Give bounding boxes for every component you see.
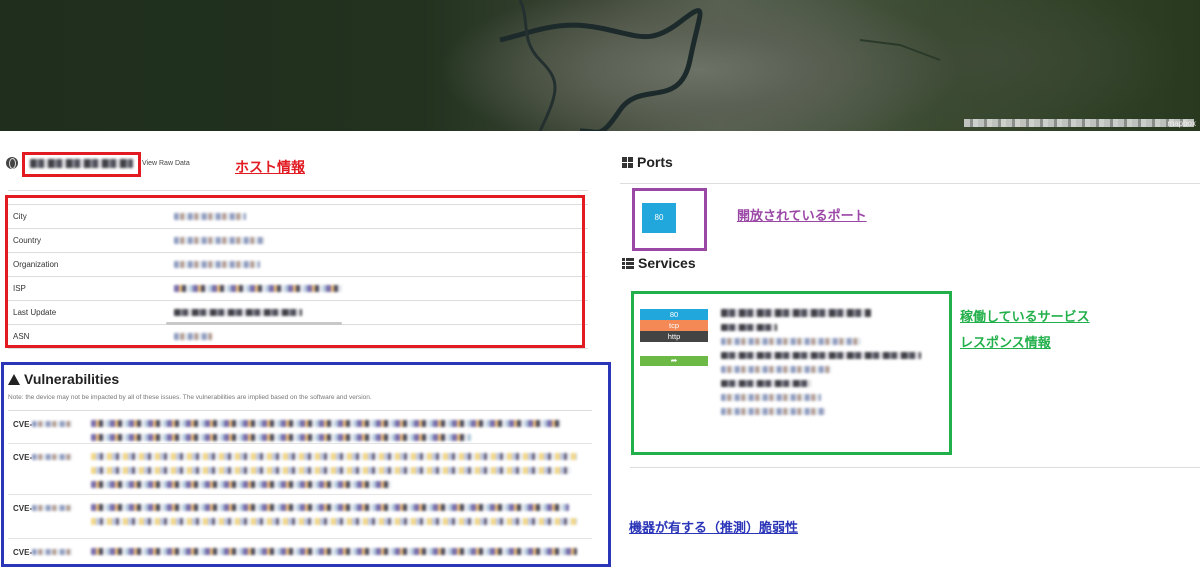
cve-row: CVE- bbox=[8, 411, 592, 444]
cve-id[interactable]: CVE- bbox=[13, 453, 73, 462]
open-ports-annotation: 開放されているポート bbox=[737, 208, 867, 223]
services-divider bbox=[630, 467, 1200, 468]
cve-number-redacted bbox=[32, 549, 73, 555]
services-heading: Services bbox=[622, 255, 696, 271]
cve-number-redacted bbox=[32, 505, 73, 511]
host-table-highlight bbox=[5, 195, 585, 348]
cve-desc-line bbox=[91, 467, 571, 474]
vulnerabilities-title: Vulnerabilities bbox=[24, 371, 120, 387]
running-services-annotation: 稼働しているサービス bbox=[960, 309, 1090, 324]
port-chip-80[interactable]: 80 bbox=[642, 203, 676, 233]
host-header-divider bbox=[8, 190, 588, 191]
share-arrow-icon: ➦ bbox=[670, 356, 678, 365]
response-line bbox=[721, 338, 861, 345]
host-info-annotation: ホスト情報 bbox=[235, 159, 305, 175]
host-ip-redacted bbox=[30, 159, 133, 168]
ports-heading: Ports bbox=[622, 154, 673, 170]
cve-desc-line bbox=[91, 453, 577, 460]
list-icon bbox=[622, 258, 634, 269]
cve-prefix: CVE- bbox=[13, 420, 33, 429]
vulnerabilities-heading: Vulnerabilities bbox=[8, 371, 119, 387]
cve-prefix: CVE- bbox=[13, 453, 33, 462]
globe-icon bbox=[6, 157, 18, 169]
cve-desc-line bbox=[91, 518, 577, 525]
cve-desc-line bbox=[91, 434, 471, 441]
cve-desc-line bbox=[91, 548, 577, 555]
vulnerabilities-annotation: 機器が有する（推測）脆弱性 bbox=[629, 520, 799, 535]
cve-description-redacted bbox=[91, 453, 581, 495]
cve-number-redacted bbox=[32, 454, 73, 460]
map-banner: mapbox bbox=[0, 0, 1200, 131]
services-title: Services bbox=[638, 255, 696, 271]
cve-prefix: CVE- bbox=[13, 548, 33, 557]
cve-id[interactable]: CVE- bbox=[13, 504, 73, 513]
service-response-redacted bbox=[721, 309, 921, 422]
map-attribution-bar bbox=[964, 119, 1194, 127]
response-info-annotation: レスポンス情報 bbox=[960, 335, 1051, 350]
cve-row: CVE- bbox=[8, 539, 592, 563]
service-badges: 80 tcp http ➦ bbox=[640, 309, 708, 366]
response-line bbox=[721, 408, 825, 415]
service-transport-badge: tcp bbox=[640, 320, 708, 331]
warning-icon bbox=[8, 374, 20, 385]
cve-id[interactable]: CVE- bbox=[13, 548, 73, 557]
cve-desc-line bbox=[91, 420, 561, 427]
service-protocol-badge: http bbox=[640, 331, 708, 342]
cve-row: CVE- bbox=[8, 444, 592, 495]
service-port-badge: 80 bbox=[640, 309, 708, 320]
cve-description-redacted bbox=[91, 504, 581, 532]
response-line bbox=[721, 394, 821, 401]
cve-id[interactable]: CVE- bbox=[13, 420, 73, 429]
response-line bbox=[721, 380, 811, 387]
response-line bbox=[721, 352, 921, 359]
service-open-link-button[interactable]: ➦ bbox=[640, 356, 708, 366]
cve-row: CVE- bbox=[8, 495, 592, 539]
response-line bbox=[721, 366, 831, 373]
satellite-map-image bbox=[499, 0, 941, 131]
th-large-icon bbox=[622, 157, 633, 168]
cve-desc-line bbox=[91, 504, 569, 511]
response-line bbox=[721, 324, 777, 331]
map-attribution-text[interactable]: mapbox bbox=[1168, 119, 1196, 128]
cve-desc-line bbox=[91, 481, 391, 488]
response-line bbox=[721, 309, 871, 317]
ports-title: Ports bbox=[637, 154, 673, 170]
view-raw-data-link[interactable]: View Raw Data bbox=[142, 160, 190, 167]
cve-description-redacted bbox=[91, 548, 581, 562]
cve-prefix: CVE- bbox=[13, 504, 33, 513]
vulnerabilities-note: Note: the device may not be impacted by … bbox=[8, 394, 372, 401]
ports-divider bbox=[620, 183, 1200, 184]
cve-number-redacted bbox=[32, 421, 73, 427]
